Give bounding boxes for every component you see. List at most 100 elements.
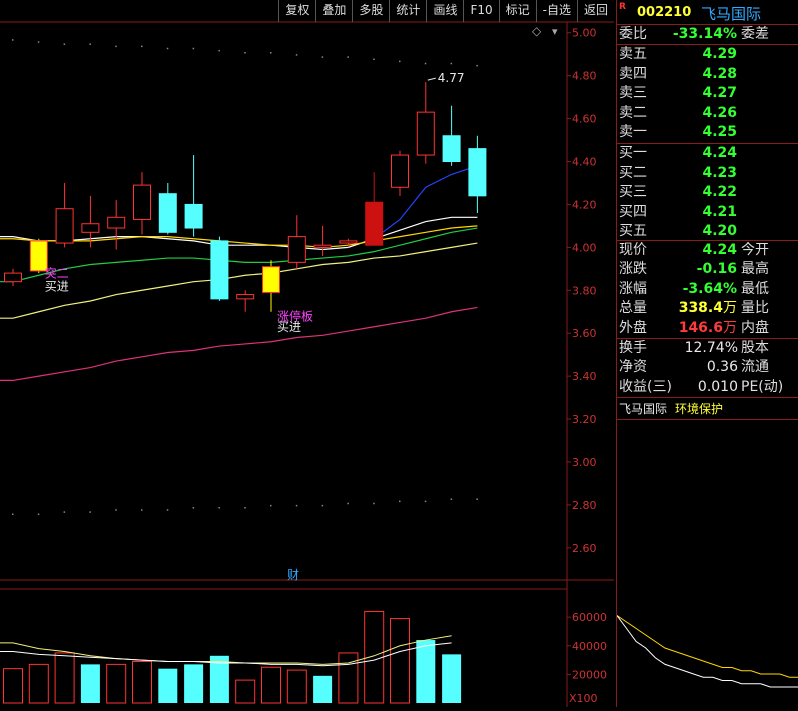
bid-row: 买二 4.23	[617, 164, 798, 183]
volume-bar	[313, 675, 333, 703]
candle-body	[416, 111, 435, 156]
candle-body	[210, 240, 229, 300]
volume-bar	[158, 668, 178, 703]
dot-mark	[399, 60, 401, 63]
ask-row: 卖二 4.26	[617, 104, 798, 123]
volume-bar	[261, 666, 281, 704]
intraday-price-line	[617, 615, 798, 688]
ask-label: 卖二	[619, 104, 647, 121]
bid-row: 买三 4.22	[617, 183, 798, 202]
dot-mark	[270, 504, 272, 507]
toolbar-button-1[interactable]: 叠加	[315, 0, 352, 22]
dot-mark	[37, 513, 40, 515]
candle-body	[468, 148, 487, 197]
volume-bar	[286, 669, 307, 704]
y-tick-label: 4.40	[572, 156, 597, 169]
ma-line	[0, 242, 478, 319]
intraday-chart[interactable]	[617, 420, 798, 707]
sector-tag: 环境保护	[675, 402, 724, 416]
volume-bar	[80, 664, 100, 703]
dot-mark	[450, 498, 453, 500]
ask-price: 4.29	[702, 46, 737, 62]
toolbar: 复权 叠加 多股 统计 画线 F10 标记 -自选 返回	[0, 0, 614, 22]
stat2-label: 换手	[619, 340, 647, 356]
stat-label2: 内盘	[741, 319, 769, 336]
dot-mark	[321, 504, 324, 507]
ask-label: 卖一	[619, 124, 647, 141]
y-tick-label: 4.80	[572, 70, 597, 83]
stock-code: 002210	[637, 5, 692, 20]
volume-bar	[390, 618, 410, 704]
cai-label: 财	[287, 568, 299, 582]
dot-mark	[192, 507, 195, 509]
vol-tick-label: 20000	[572, 668, 607, 681]
y-tick-label: 3.40	[572, 370, 597, 383]
dot-mark	[12, 513, 14, 515]
kline-chart[interactable]: 5.00 4.80 4.60 4.40 4.20 4.00 3.80 3.60 3.40 3.20…	[0, 0, 614, 707]
dot-mark	[192, 47, 195, 50]
bid-label: 买三	[619, 184, 647, 201]
vol-tick-label: 40000	[572, 640, 607, 653]
stat-label2: 量比	[741, 300, 769, 317]
candle-body	[287, 236, 306, 263]
dot-mark	[424, 62, 427, 65]
y-tick-label: 3.60	[572, 327, 597, 340]
chart-annotation: 突二	[45, 265, 69, 280]
candle-body	[236, 294, 255, 300]
weibi-row: 委比 -33.14% 委差	[617, 25, 798, 44]
dot-mark	[115, 509, 117, 511]
toolbar-button-2[interactable]: 多股	[352, 0, 389, 22]
stat-unit: 万	[723, 300, 737, 317]
chart-annotation: 买进	[277, 320, 301, 334]
volume-bar	[184, 664, 204, 703]
stat-row: 现价 4.24 今开	[617, 241, 798, 260]
dot-mark	[270, 52, 272, 54]
toolbar-button-5[interactable]: F10	[463, 0, 498, 22]
toolbar-button-7[interactable]: -自选	[535, 0, 577, 22]
ask-price: 4.27	[702, 85, 737, 102]
stat-row: 外盘 146.6 万内盘	[617, 319, 798, 338]
stat2-row: 净资 0.36 流通	[617, 358, 798, 377]
bid-label: 买一	[619, 145, 647, 161]
candle-body	[365, 201, 384, 246]
toolbar-button-3[interactable]: 统计	[389, 0, 426, 22]
kline-svg[interactable]: 5.00 4.80 4.60 4.40 4.20 4.00 3.80 3.60 3.40 3.20…	[0, 0, 614, 707]
volume-bar	[442, 654, 462, 703]
stat2-value: 12.74%	[684, 340, 738, 356]
dot-mark	[244, 507, 246, 509]
stat-value: 4.24	[702, 242, 737, 258]
stat-row: 涨跌 -0.16 最高	[617, 260, 798, 279]
toolbar-button-6[interactable]: 标记	[498, 0, 536, 22]
stat-value: -0.16	[696, 261, 737, 278]
stat-label2: 最高	[741, 261, 769, 278]
dot-mark	[295, 504, 298, 507]
ma-line	[373, 165, 478, 240]
chart-annotation: 4.77	[438, 71, 465, 85]
stat-label2: 今开	[741, 242, 769, 258]
volume-bar	[235, 679, 256, 704]
stat-value: 338.4	[678, 300, 723, 317]
dot-mark	[399, 500, 401, 503]
stat2-value: 0.010	[697, 378, 738, 395]
dot-mark	[141, 45, 143, 48]
stat2-value: 0.36	[706, 359, 738, 376]
stat-label: 涨幅	[619, 280, 647, 297]
ask-row: 卖三 4.27	[617, 84, 798, 103]
toolbar-button-0[interactable]: 复权	[278, 0, 315, 22]
toolbar-button-8[interactable]: 返回	[576, 0, 614, 22]
toolbar-button-4[interactable]: 画线	[426, 0, 463, 22]
stock-name[interactable]: 飞马国际	[701, 3, 761, 24]
chart-annotation: 买进	[45, 279, 69, 293]
sector-tags: 飞马国际 环境保护	[617, 399, 798, 419]
bid-row: 买四 4.21	[617, 203, 798, 222]
candle-body	[339, 240, 358, 244]
volume-bar	[28, 663, 49, 704]
y-tick-label: 3.80	[572, 284, 597, 297]
dot-mark	[166, 47, 169, 50]
y-tick-label: 3.00	[572, 456, 597, 469]
bid-price: 4.24	[702, 145, 737, 161]
weibi-value: -33.14%	[672, 26, 737, 42]
stat-value: -3.64%	[682, 280, 737, 297]
weibi-label: 委比	[619, 26, 647, 42]
ask-price: 4.25	[702, 124, 737, 141]
